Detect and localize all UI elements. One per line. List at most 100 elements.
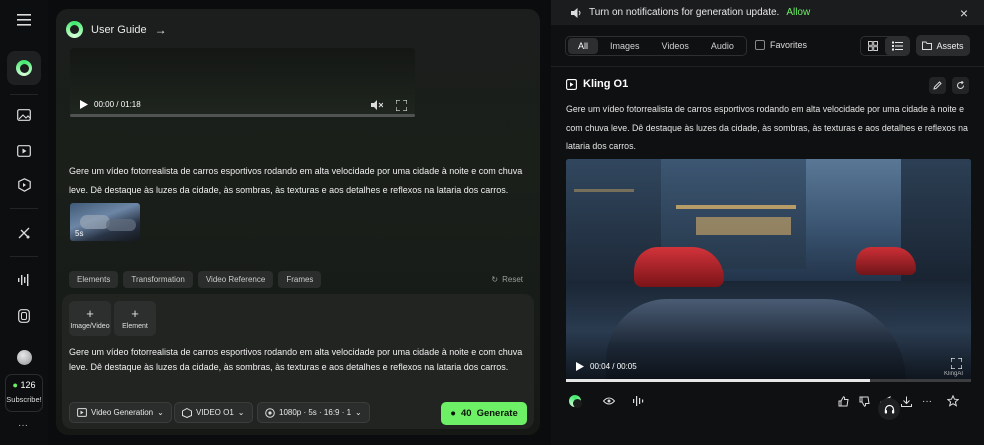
result-title-text: Kling O1 [583, 78, 629, 90]
thumbnail-duration: 5s [75, 229, 84, 238]
divider [10, 94, 38, 95]
fullscreen-icon[interactable] [396, 100, 407, 111]
subscribe-link[interactable]: Subscribe! [6, 395, 42, 404]
thumbs-up-icon[interactable] [834, 392, 852, 410]
menu-icon[interactable] [7, 3, 41, 37]
user-guide-title: User Guide [91, 23, 147, 36]
play-icon[interactable] [80, 100, 88, 109]
edit-icon[interactable] [929, 77, 946, 94]
kling-logo-icon [66, 21, 83, 38]
divider [10, 256, 38, 257]
reset-icon: ↻ [491, 275, 499, 284]
add-element-button[interactable]: + Element [114, 301, 156, 336]
notification-text: Turn on notifications for generation upd… [589, 7, 780, 18]
tile-label: Image/Video [70, 322, 110, 330]
chip-transformation[interactable]: Transformation [123, 271, 193, 288]
regenerate-icon[interactable] [952, 77, 969, 94]
chevron-down-icon: ⌄ [157, 408, 164, 417]
tab-images[interactable]: Images [600, 38, 650, 54]
generate-label: Generate [476, 408, 518, 419]
arrow-right-icon: → [154, 22, 167, 37]
support-headset-button[interactable] [878, 398, 900, 420]
result-prompt-text: Gere um vídeo fotorrealista de carros es… [566, 104, 968, 151]
reference-chips: Elements Transformation Video Reference … [69, 271, 322, 288]
favorites-label: Favorites [770, 40, 808, 50]
guide-video[interactable]: 00:00 / 01:18 [70, 48, 415, 117]
thumbs-down-icon[interactable] [855, 392, 873, 410]
list-view-icon[interactable] [885, 37, 909, 55]
mute-icon[interactable] [371, 100, 383, 110]
chip-video-reference[interactable]: Video Reference [197, 271, 274, 288]
result-video[interactable]: 00:04 / 00:05 KlingAI [566, 159, 971, 381]
more-icon[interactable]: ··· [918, 392, 936, 410]
favorites-toggle[interactable]: Favorites [755, 40, 807, 50]
model-value: VIDEO O1 [196, 408, 234, 417]
filter-tabs: All Images Videos Audio [565, 36, 747, 56]
grid-view-icon[interactable] [861, 37, 885, 55]
prompt-input[interactable]: Gere um vídeo fotorrealista de carros es… [69, 345, 529, 375]
more-menu[interactable]: ··· [18, 420, 28, 431]
prompt-composer: + Image/Video + Element Gere um vídeo fo… [62, 294, 534, 429]
eye-icon[interactable] [600, 392, 618, 410]
allow-link[interactable]: Allow [786, 7, 810, 18]
kling-logo-icon[interactable] [566, 392, 584, 410]
video-frame-window [676, 205, 796, 209]
headset-icon [884, 404, 894, 413]
tile-label: Element [122, 322, 148, 330]
fullscreen-icon[interactable] [951, 358, 962, 369]
kling-logo-icon[interactable] [7, 51, 41, 85]
element-icon[interactable] [7, 168, 41, 202]
result-video-progress-fill [566, 379, 870, 382]
app-root: ● 126 Subscribe! ··· User Guide → 00:00 … [0, 0, 984, 445]
tab-all[interactable]: All [568, 38, 599, 54]
speaker-icon [571, 7, 581, 18]
tab-audio[interactable]: Audio [701, 38, 744, 54]
result-actions: ··· [566, 392, 971, 410]
tool-icon[interactable] [7, 299, 41, 333]
avatar[interactable] [7, 340, 41, 374]
settings-select[interactable]: 1080p · 5s · 16:9 · 1 ⌄ [257, 402, 370, 423]
folder-icon [922, 41, 933, 50]
assets-button[interactable]: Assets [916, 35, 970, 56]
favorites-checkbox[interactable] [755, 40, 765, 50]
plus-icon: + [131, 305, 139, 321]
audio-icon[interactable] [629, 392, 647, 410]
tab-videos[interactable]: Videos [652, 38, 699, 54]
add-image-video-button[interactable]: + Image/Video [69, 301, 111, 336]
audio-icon[interactable] [7, 263, 41, 297]
guide-video-progress[interactable] [70, 114, 415, 117]
model-select[interactable]: VIDEO O1 ⌄ [174, 402, 253, 423]
history-thumbnail[interactable]: 5s [70, 203, 140, 241]
notification-banner: Turn on notifications for generation upd… [551, 0, 984, 25]
video-frame-car [606, 299, 906, 381]
reset-label: Reset [502, 275, 523, 284]
assets-label: Assets [936, 40, 964, 51]
restyle-icon[interactable] [7, 216, 41, 250]
view-toggle [860, 36, 910, 56]
generate-button[interactable]: ● 40 Generate [441, 402, 527, 425]
video-icon[interactable] [7, 133, 41, 167]
reset-button[interactable]: ↻ Reset [491, 275, 523, 284]
creation-panel: User Guide → 00:00 / 01:18 Gere um vídeo… [56, 9, 540, 435]
chevron-down-icon: ⌄ [355, 408, 362, 417]
credit-icon: ● [12, 380, 18, 390]
watermark: KlingAI [943, 371, 963, 377]
chip-frames[interactable]: Frames [278, 271, 322, 288]
video-frame-car [634, 247, 724, 287]
result-video-progress[interactable] [566, 379, 971, 382]
play-icon[interactable] [576, 362, 584, 371]
video-frame-car [856, 247, 916, 275]
close-icon[interactable]: × [960, 5, 968, 21]
mode-value: Video Generation [91, 408, 154, 417]
guide-video-time: 00:00 / 01:18 [94, 100, 141, 109]
generate-cost: 40 [460, 408, 472, 419]
chip-elements[interactable]: Elements [69, 271, 119, 288]
image-icon[interactable] [7, 98, 41, 132]
video-frame-window [696, 217, 791, 235]
credits-badge[interactable]: ● 126 Subscribe! [5, 374, 43, 412]
video-frame-window [574, 189, 634, 192]
mode-select[interactable]: Video Generation ⌄ [69, 402, 172, 423]
star-icon[interactable] [944, 392, 962, 410]
user-guide-link[interactable]: User Guide → [66, 21, 167, 38]
video-icon [566, 78, 577, 90]
